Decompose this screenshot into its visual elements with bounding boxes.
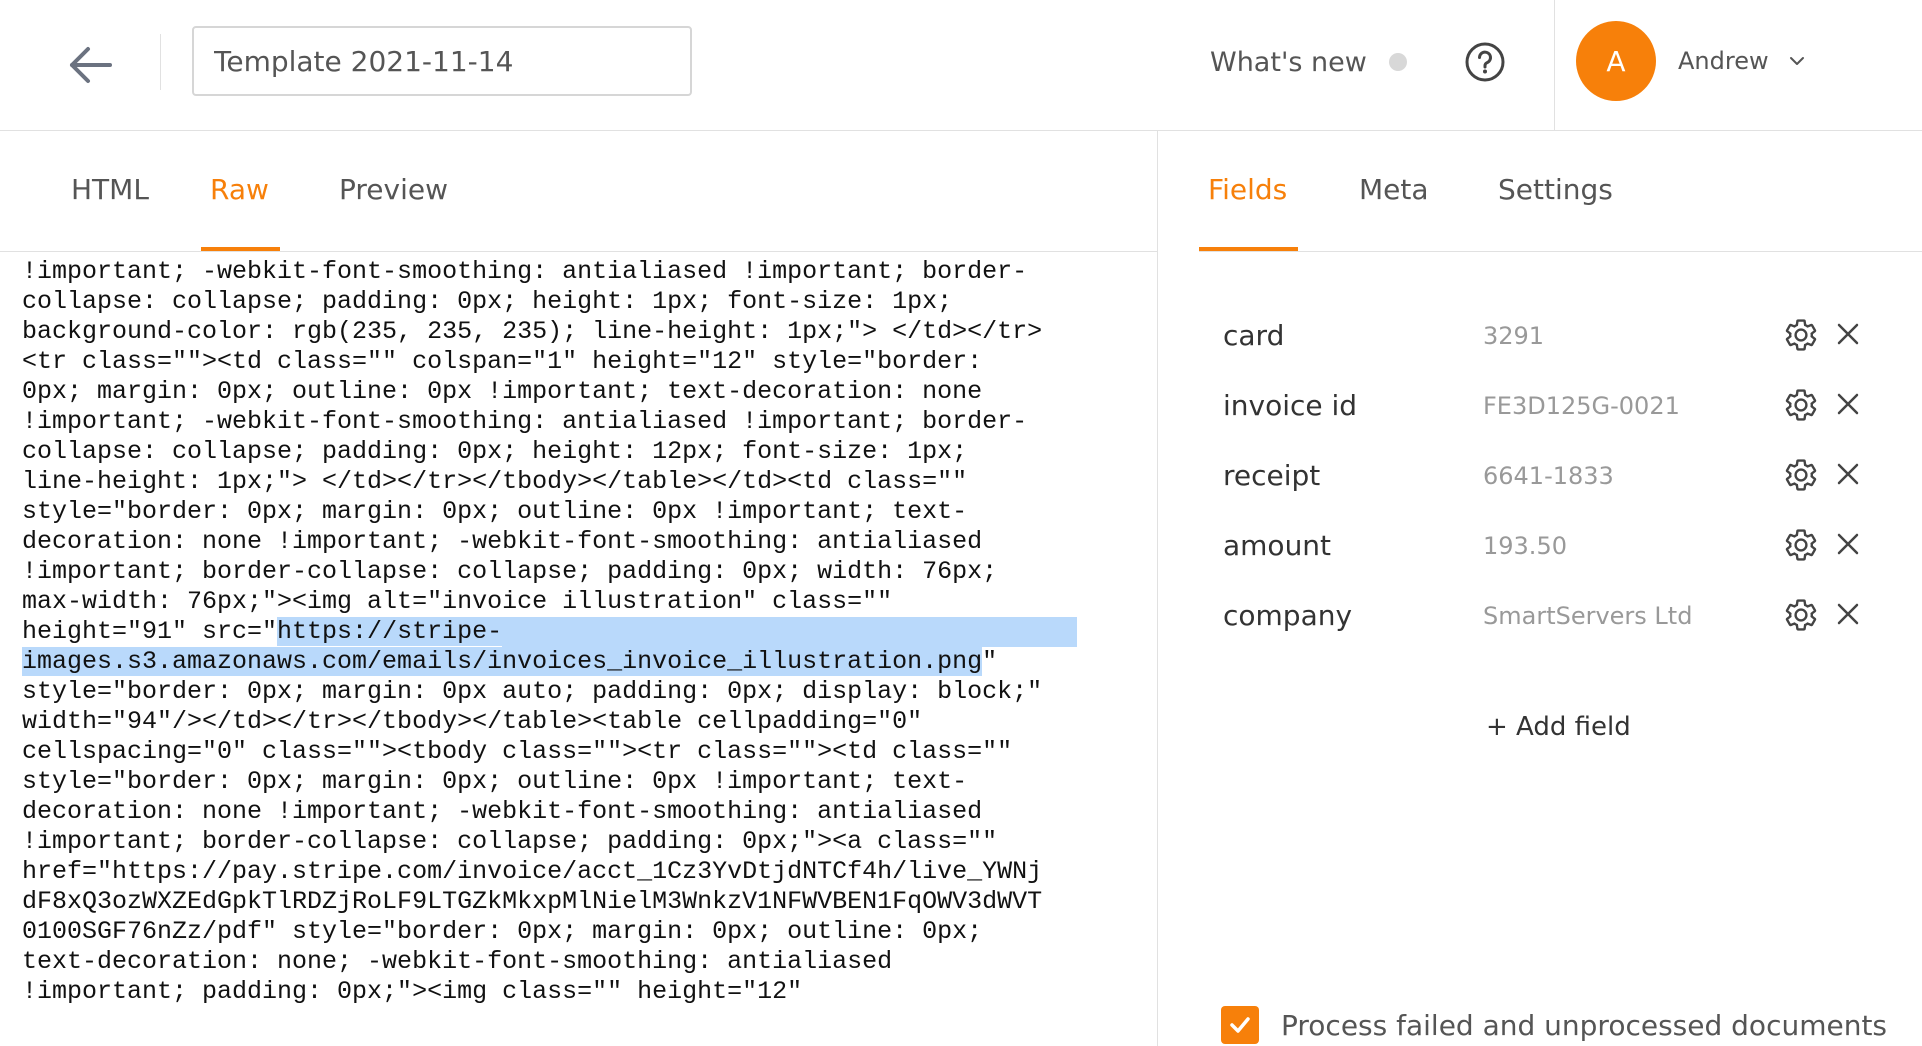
template-title-input[interactable] bbox=[192, 26, 692, 96]
help-button[interactable] bbox=[1462, 39, 1508, 85]
code-line: !important; border-collapse: collapse; p… bbox=[22, 827, 998, 856]
field-value: 3291 bbox=[1483, 322, 1545, 350]
gear-icon[interactable] bbox=[1783, 317, 1819, 353]
code-line-selected-end: images.s3.amazonaws.com/emails/invoices_… bbox=[22, 647, 1112, 677]
field-row: company SmartServers Ltd bbox=[1223, 599, 1903, 669]
back-button[interactable] bbox=[60, 40, 120, 90]
code-line: width="94"/></td></tr></tbody></table><t… bbox=[22, 707, 923, 736]
code-text: " bbox=[982, 647, 998, 676]
field-name: amount bbox=[1223, 529, 1332, 562]
tab-settings[interactable]: Settings bbox=[1498, 173, 1613, 206]
header-divider bbox=[160, 34, 161, 90]
close-icon[interactable] bbox=[1833, 389, 1863, 419]
selected-text: images.s3.amazonaws.com/emails/invoices_… bbox=[22, 647, 983, 676]
close-icon[interactable] bbox=[1833, 319, 1863, 349]
process-documents-label: Process failed and unprocessed documents bbox=[1281, 1008, 1888, 1042]
gear-icon[interactable] bbox=[1783, 457, 1819, 493]
code-line-selected-start: height="91" src="https://stripe- bbox=[22, 617, 1112, 647]
process-documents-option: Process failed and unprocessed documents bbox=[1221, 1006, 1887, 1044]
field-name: receipt bbox=[1223, 459, 1321, 492]
code-line: decoration: none !important; -webkit-fon… bbox=[22, 797, 983, 826]
field-row: amount 193.50 bbox=[1223, 529, 1903, 599]
field-name: card bbox=[1223, 319, 1285, 352]
code-line: text-decoration: none; -webkit-font-smoo… bbox=[22, 947, 893, 976]
panel-tabs: Fields Meta Settings bbox=[1159, 131, 1922, 252]
code-content: !important; -webkit-font-smoothing: anti… bbox=[22, 257, 1112, 1007]
raw-code-editor[interactable]: !important; -webkit-font-smoothing: anti… bbox=[0, 253, 1157, 1046]
field-value: 193.50 bbox=[1483, 532, 1567, 560]
selection-fill bbox=[502, 617, 1078, 647]
close-icon[interactable] bbox=[1833, 599, 1863, 629]
avatar: A bbox=[1576, 21, 1656, 101]
code-line: style="border: 0px; margin: 0px auto; pa… bbox=[22, 677, 1043, 706]
field-value: FE3D125G-0021 bbox=[1483, 392, 1680, 420]
code-line: !important; border-collapse: collapse; p… bbox=[22, 557, 998, 586]
code-line: 0100SGF76nZz/pdf" style="border: 0px; ma… bbox=[22, 917, 983, 946]
app-header: What's new A Andrew bbox=[0, 0, 1922, 131]
field-row: invoice id FE3D125G-0021 bbox=[1223, 389, 1903, 459]
code-line: href="https://pay.stripe.com/invoice/acc… bbox=[22, 857, 1043, 886]
tab-meta[interactable]: Meta bbox=[1359, 173, 1429, 206]
code-line: style="border: 0px; margin: 0px; outline… bbox=[22, 497, 968, 526]
tab-raw[interactable]: Raw bbox=[210, 173, 269, 206]
tab-html[interactable]: HTML bbox=[71, 173, 149, 206]
code-line: !important; -webkit-font-smoothing: anti… bbox=[22, 407, 1028, 436]
field-name: invoice id bbox=[1223, 389, 1358, 422]
fields-list: card 3291 invoice id FE3D125G-0021 recei… bbox=[1223, 319, 1903, 669]
chevron-down-icon bbox=[1789, 57, 1804, 65]
active-tab-indicator bbox=[1199, 247, 1298, 251]
tab-preview[interactable]: Preview bbox=[339, 173, 448, 206]
gear-icon[interactable] bbox=[1783, 597, 1819, 633]
code-line: max-width: 76px;"><img alt="invoice illu… bbox=[22, 587, 893, 616]
field-value: SmartServers Ltd bbox=[1483, 602, 1693, 630]
field-value: 6641-1833 bbox=[1483, 462, 1614, 490]
field-row: receipt 6641-1833 bbox=[1223, 459, 1903, 529]
whats-new-label: What's new bbox=[1210, 46, 1367, 78]
code-line: collapse: collapse; padding: 0px; height… bbox=[22, 287, 953, 316]
process-documents-checkbox[interactable] bbox=[1221, 1006, 1259, 1044]
gear-icon[interactable] bbox=[1783, 527, 1819, 563]
code-line: decoration: none !important; -webkit-fon… bbox=[22, 527, 983, 556]
editor-tabs: HTML Raw Preview bbox=[0, 131, 1157, 252]
field-name: company bbox=[1223, 599, 1353, 632]
code-line: <tr class=""><td class="" colspan="1" he… bbox=[22, 347, 983, 376]
active-tab-indicator bbox=[201, 247, 280, 251]
user-name: Andrew bbox=[1678, 47, 1769, 75]
code-line: !important; padding: 0px;"><img class=""… bbox=[22, 977, 803, 1006]
code-line: line-height: 1px;"> </td></tr></tbody></… bbox=[22, 467, 968, 496]
selected-text: https://stripe- bbox=[277, 617, 503, 646]
code-text: height="91" src=" bbox=[22, 617, 278, 646]
add-field-button[interactable]: + Add field bbox=[1486, 712, 1631, 742]
header-divider bbox=[1554, 0, 1555, 131]
code-line: style="border: 0px; margin: 0px; outline… bbox=[22, 767, 968, 796]
notification-dot-icon bbox=[1388, 53, 1407, 71]
back-arrow-icon bbox=[70, 47, 112, 83]
tab-fields[interactable]: Fields bbox=[1208, 173, 1287, 206]
code-line: background-color: rgb(235, 235, 235); li… bbox=[22, 317, 1043, 346]
help-icon bbox=[1465, 42, 1505, 82]
checkmark-icon bbox=[1230, 1017, 1250, 1033]
gear-icon[interactable] bbox=[1783, 387, 1819, 423]
fields-panel: Fields Meta Settings card 3291 invoice i… bbox=[1159, 131, 1922, 1046]
code-line: collapse: collapse; padding: 0px; height… bbox=[22, 437, 968, 466]
code-line: cellspacing="0" class=""><tbody class=""… bbox=[22, 737, 1013, 766]
editor-pane: HTML Raw Preview !important; -webkit-fon… bbox=[0, 131, 1158, 1046]
code-line: dF8xQ3ozWXZEdGpkTlRDZjRoLF9LTGZkMkxpMlNi… bbox=[22, 887, 1043, 916]
code-line: 0px; margin: 0px; outline: 0px !importan… bbox=[22, 377, 983, 406]
field-row: card 3291 bbox=[1223, 319, 1903, 389]
user-menu[interactable]: A Andrew bbox=[1576, 21, 1807, 101]
whats-new-link[interactable]: What's new bbox=[1210, 40, 1407, 84]
close-icon[interactable] bbox=[1833, 459, 1863, 489]
close-icon[interactable] bbox=[1833, 529, 1863, 559]
tabs-divider bbox=[1199, 251, 1922, 252]
code-line: !important; -webkit-font-smoothing: anti… bbox=[22, 257, 1028, 286]
